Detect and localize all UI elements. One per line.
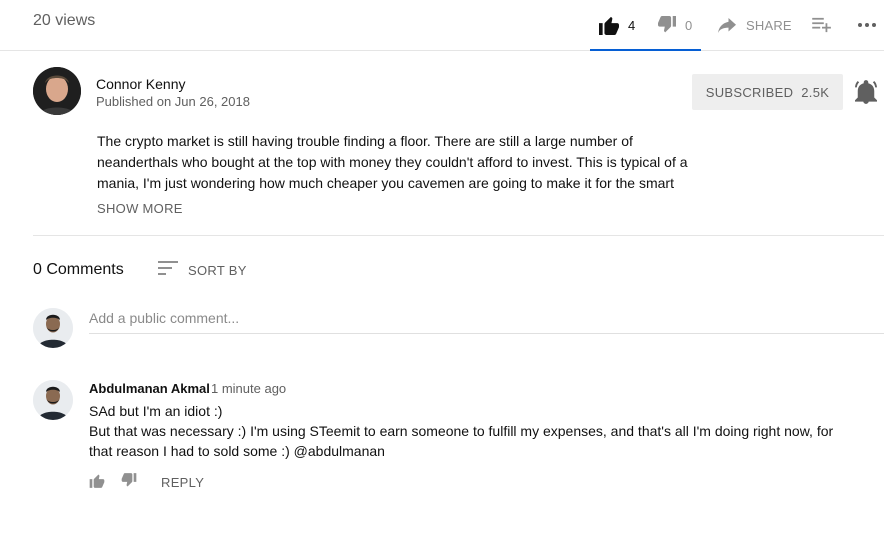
sort-by-button[interactable]: SORT BY	[158, 261, 247, 280]
share-arrow-icon	[718, 17, 736, 33]
view-count: 20 views	[33, 12, 96, 29]
like-count: 4	[628, 17, 636, 33]
subscribed-button[interactable]: SUBSCRIBED 2.5K	[692, 74, 843, 110]
comment-timestamp[interactable]: 1 minute ago	[211, 381, 286, 396]
comment-text: SAd but I'm an idiot :) But that was nec…	[89, 401, 849, 461]
reply-button[interactable]: REPLY	[161, 475, 204, 490]
playlist-add-icon	[812, 17, 832, 33]
current-user-avatar	[33, 308, 73, 348]
subscribed-label: SUBSCRIBED	[705, 84, 794, 100]
description-line: neanderthals who bought at the top with …	[97, 154, 688, 170]
comment-count: 0 Comments	[33, 261, 124, 278]
subscriber-count: 2.5K	[801, 84, 830, 100]
section-divider	[33, 235, 884, 236]
comment-line: SAd but I'm an idiot :)	[89, 403, 223, 419]
channel-name[interactable]: Connor Kenny	[96, 76, 186, 92]
comment-line: But that was necessary :) I'm using STee…	[89, 423, 834, 459]
thumb-down-icon	[657, 16, 677, 34]
description-line: mania, I'm just wondering how much cheap…	[97, 175, 674, 191]
more-actions-button[interactable]	[857, 0, 877, 50]
more-horiz-icon	[857, 22, 877, 28]
share-button[interactable]: SHARE	[718, 0, 792, 50]
sort-by-label: SORT BY	[188, 263, 247, 278]
add-comment-input[interactable]: Add a public comment...	[89, 310, 884, 334]
thumb-up-icon	[598, 15, 620, 35]
thumb-up-icon	[89, 474, 105, 492]
show-more-button[interactable]: SHOW MORE	[97, 201, 183, 216]
sort-icon	[158, 261, 178, 280]
comment-like-button[interactable]	[89, 473, 105, 493]
share-label: SHARE	[746, 17, 792, 33]
description-line: The crypto market is still having troubl…	[97, 133, 633, 149]
publish-date: Published on Jun 26, 2018	[96, 94, 250, 109]
video-description: The crypto market is still having troubl…	[97, 131, 707, 194]
thumb-down-icon	[121, 473, 137, 492]
dislike-count: 0	[685, 17, 693, 33]
notifications-button[interactable]	[855, 80, 877, 109]
video-actions: 4 0 SHARE	[590, 0, 876, 51]
dislike-button[interactable]: 0	[657, 0, 692, 50]
video-primary-info-bar: 20 views 4 0 SHARE	[0, 0, 884, 51]
bell-icon	[855, 80, 877, 108]
comment-author[interactable]: Abdulmanan Akmal	[89, 381, 210, 396]
add-to-playlist-button[interactable]	[812, 0, 832, 50]
comment-author-avatar[interactable]	[33, 380, 73, 420]
comment-dislike-button[interactable]	[121, 473, 137, 493]
channel-avatar[interactable]	[33, 67, 81, 115]
